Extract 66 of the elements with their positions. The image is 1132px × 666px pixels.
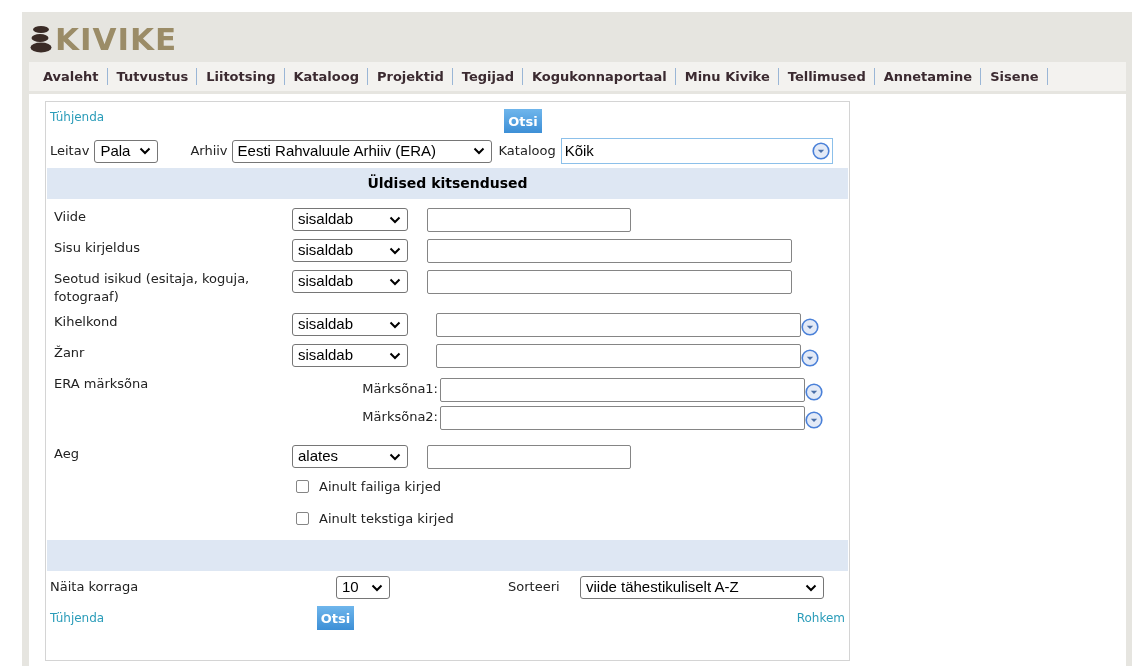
checkbox[interactable] [296, 511, 309, 525]
chevron-icon [389, 351, 401, 360]
nav-link[interactable]: Projektid [376, 68, 453, 85]
operator-select[interactable]: sisaldab [292, 344, 408, 367]
nav-link[interactable]: Sisene [990, 68, 1048, 85]
dropdown-circle-icon[interactable] [801, 349, 819, 367]
section-header: Üldised kitsendused [47, 168, 848, 199]
catalog-label: Kataloog [498, 142, 556, 161]
dropdown-circle-icon[interactable] [805, 383, 823, 401]
field-label: Seotud isikud (esitaja, koguja, fotograaf) [54, 270, 251, 306]
checkbox[interactable] [296, 480, 309, 494]
type-select[interactable]: Pala [94, 139, 159, 163]
sort-label: Sorteeri [508, 578, 561, 596]
chevron-icon [389, 320, 401, 329]
leitav-label: Leitav [50, 142, 90, 161]
input-field[interactable] [427, 208, 631, 232]
stones-logo-icon [30, 25, 52, 53]
input-field[interactable] [440, 378, 805, 402]
nav-link[interactable]: Kogukonnaportaal [532, 68, 676, 85]
dropdown-circle-icon[interactable] [801, 318, 819, 336]
catalog-field[interactable]: Kõik [560, 138, 833, 164]
field-label: ERA märksõna [54, 375, 150, 393]
nav-link[interactable]: Avaleht [43, 68, 108, 85]
chevron-icon [805, 583, 817, 592]
per-page-label: Näita korraga [50, 578, 140, 596]
input-field[interactable] [427, 270, 792, 294]
chevron-icon [389, 215, 401, 224]
keyword-label: Märksõna2: [361, 408, 439, 426]
archive-label: Arhiiv [190, 142, 228, 161]
dropdown-circle-icon[interactable] [805, 411, 823, 429]
nav-link[interactable]: Liitotsing [206, 68, 285, 85]
chevron-icon [389, 246, 401, 255]
checkbox-label: Ainult tekstiga kirjed [319, 509, 454, 528]
nav-link[interactable]: Kataloog [293, 68, 368, 85]
per-page-select[interactable]: 10 [336, 576, 390, 599]
nav-link[interactable]: Tegijad [461, 68, 523, 85]
chevron-icon [472, 147, 485, 155]
input-field[interactable] [440, 406, 805, 430]
chevron-icon [389, 452, 401, 461]
chevron-icon [139, 147, 152, 155]
operator-select[interactable]: sisaldab [292, 313, 408, 336]
nav-link[interactable]: Minu Kivike [684, 68, 779, 85]
field-label: Žanr [54, 344, 86, 362]
input-field[interactable] [436, 344, 801, 368]
input-field[interactable] [427, 445, 631, 469]
chevron-icon [389, 277, 401, 286]
field-label: Kihelkond [54, 313, 119, 331]
nav-link[interactable]: Tutvustus [116, 68, 198, 85]
operator-select[interactable]: sisaldab [292, 208, 408, 231]
input-field[interactable] [427, 239, 792, 263]
input-field[interactable] [436, 313, 801, 337]
nav-link[interactable]: Annetamine [883, 68, 982, 85]
chevron-icon [371, 583, 383, 592]
operator-select[interactable]: sisaldab [292, 270, 408, 293]
operator-select[interactable]: alates [292, 445, 408, 468]
field-label: Viide [54, 208, 88, 226]
sort-select[interactable]: viide tähestikuliselt A-Z [580, 576, 824, 599]
keyword-label: Märksõna1: [361, 380, 439, 398]
checkbox-label: Ainult failiga kirjed [319, 478, 441, 496]
field-label: Aeg [54, 445, 80, 463]
dropdown-circle-icon[interactable] [811, 142, 830, 160]
logo-text: KIVIKE [55, 23, 178, 55]
archive-select[interactable]: Eesti Rahvaluule Arhiiv (ERA) [231, 139, 492, 163]
operator-select[interactable]: sisaldab [292, 239, 408, 262]
field-label: Sisu kirjeldus [54, 239, 141, 257]
nav-link[interactable]: Tellimused [787, 68, 875, 85]
